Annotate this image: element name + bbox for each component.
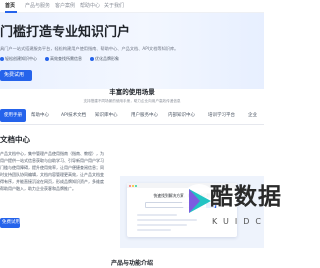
nav-item-cases[interactable]: 客户案例 (55, 2, 75, 10)
tab-enterprise[interactable]: 企业 (248, 109, 257, 122)
preview-text-line (137, 214, 177, 216)
watermark-subtext: KUIDC (212, 217, 267, 226)
scene-description: 产品文档中心，集中管理产品使用指南（指南、教程），为用户提供一站式信息获取与自助… (0, 151, 104, 191)
scene-tabs: 使用手册 帮助中心 API技术文档 知识库中心 用户服务中心 内部知识中心 培训… (0, 109, 264, 125)
hero-pill-brand: 优化品牌形象 (90, 56, 119, 62)
check-icon (0, 56, 4, 61)
hero-pill-search: 高效查找所需信息 (45, 56, 82, 62)
hero-pill-knowledge: 轻松创建知识中心 (0, 56, 37, 62)
window-dot-icon (129, 184, 131, 187)
nav-item-about[interactable]: 关于我们 (104, 2, 124, 10)
hero-banner: 门槛打造专业知识门户 具门户一站式搭建服务平台，轻松构建用户使用指南、帮助中心、… (0, 13, 264, 89)
scene-title: 文档中心 (0, 135, 30, 144)
scene-trial-button[interactable]: 免费试用 (0, 218, 20, 228)
tab-knowledge-base[interactable]: 知识库中心 (95, 109, 118, 122)
tab-user-service[interactable]: 用户服务中心 (131, 109, 158, 122)
nav-item-help[interactable]: 帮助中心 (80, 2, 100, 10)
tab-api-docs[interactable]: API技术文档 (61, 109, 86, 122)
free-trial-button[interactable]: 免费试用 (0, 70, 32, 81)
scenes-subtitle: 支持搭建不同场景的使用手册，助力企业向用户高效传递信息 (83, 99, 181, 103)
hero-title: 门槛打造专业知识门户 (0, 25, 131, 40)
check-icon (90, 56, 94, 61)
top-nav: 首页 产品与服务 客户案例 帮助中心 关于我们 (0, 0, 264, 13)
watermark-text: 酷数据 (210, 184, 282, 210)
features-title: 产品与功能介绍 (110, 260, 153, 267)
tab-help-center[interactable]: 帮助中心 (31, 109, 49, 122)
tab-user-manual[interactable]: 使用手册 (0, 109, 26, 122)
hero-pill-label: 高效查找所需信息 (50, 56, 82, 61)
scenes-title: 丰富的使用场景 (109, 88, 155, 96)
window-dot-icon (135, 184, 137, 187)
hero-pill-label: 轻松创建知识中心 (5, 56, 37, 61)
tab-internal-knowledge[interactable]: 内部知识中心 (168, 109, 195, 122)
nav-item-products[interactable]: 产品与服务 (25, 2, 50, 10)
hero-pill-label: 优化品牌形象 (95, 56, 119, 61)
preview-text-line (137, 224, 187, 226)
check-icon (45, 56, 49, 61)
tab-training[interactable]: 培训学习平台 (208, 109, 235, 122)
window-dot-icon (132, 184, 134, 187)
hero-subtitle: 具门户一站式搭建服务平台，轻松构建用户使用指南、帮助中心、产品文档、API文档等… (0, 46, 179, 51)
preview-text-line (137, 229, 171, 231)
nav-item-home[interactable]: 首页 (5, 2, 15, 10)
